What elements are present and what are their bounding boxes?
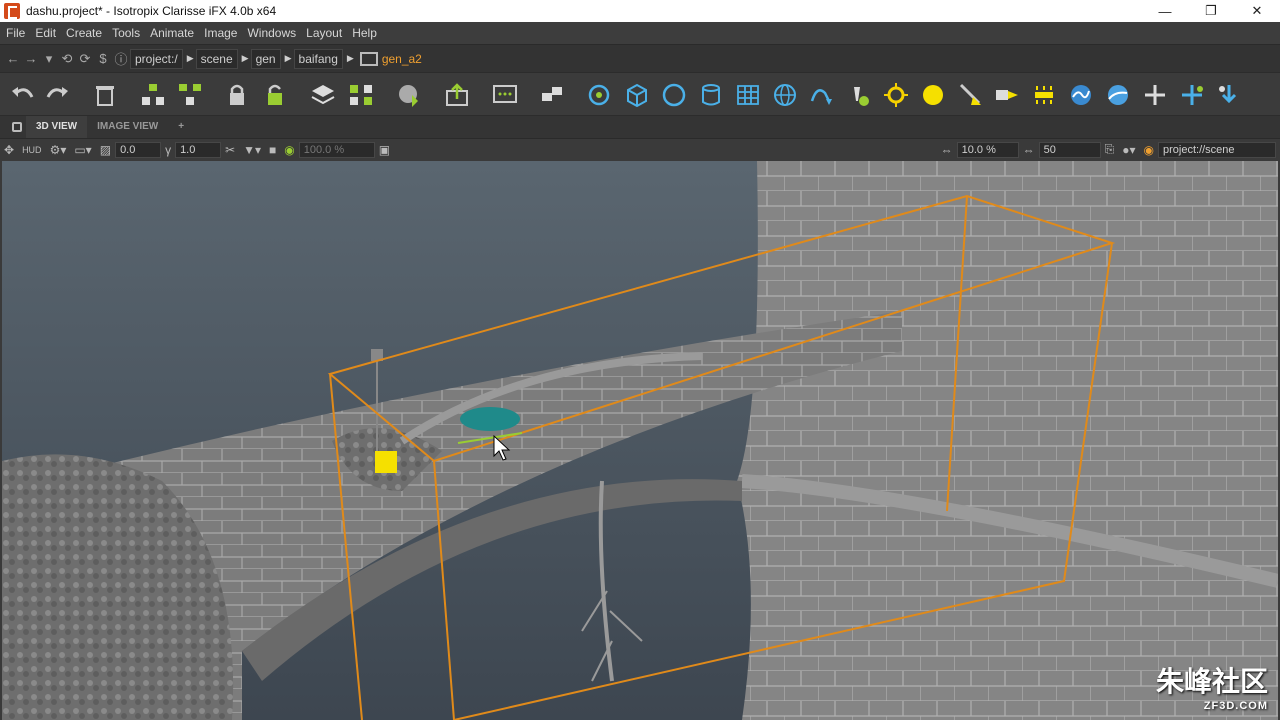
tab-image-view[interactable]: IMAGE VIEW	[87, 116, 168, 138]
watermark-sub: ZF3D.COM	[1203, 700, 1268, 712]
3d-viewport[interactable]: 朱峰社区 ZF3D.COM	[2, 161, 1278, 720]
scene-render	[2, 161, 1278, 720]
scatterer-icon[interactable]	[585, 81, 615, 109]
menu-bar: File Edit Create Tools Animate Image Win…	[0, 22, 1280, 44]
current-context[interactable]: gen_a2	[382, 52, 422, 66]
maximize-button[interactable]: ❐	[1188, 0, 1234, 22]
box-primitive-icon[interactable]	[622, 81, 652, 109]
globe-icon[interactable]	[770, 81, 800, 109]
unlock-icon[interactable]	[260, 81, 290, 109]
zoom-field[interactable]: 10.0 %	[956, 141, 1019, 158]
watermark: 朱峰社区 ZF3D.COM	[1156, 660, 1268, 712]
undo-icon[interactable]	[8, 81, 38, 109]
camera-icon[interactable]: ■	[269, 143, 276, 157]
context-folder-icon	[359, 51, 378, 66]
path-segment-baifang[interactable]: baifang	[293, 48, 343, 69]
menu-create[interactable]: Create	[66, 26, 102, 40]
refresh-icon[interactable]: ⟲	[58, 51, 76, 67]
menu-animate[interactable]: Animate	[150, 26, 194, 40]
spot-light-icon[interactable]	[955, 81, 985, 109]
layers-icon[interactable]	[308, 81, 338, 109]
path-segment-scene[interactable]: scene	[195, 48, 238, 69]
samples-icon: ⇔	[1022, 142, 1035, 157]
area-light-icon[interactable]	[992, 81, 1022, 109]
locator-icon[interactable]	[1140, 81, 1170, 109]
progress-field[interactable]: 100.0 %	[298, 141, 375, 158]
eye-icon[interactable]: ◉	[1144, 143, 1154, 157]
combiner-icon[interactable]	[538, 81, 568, 109]
back-arrow-icon[interactable]: ←	[4, 51, 22, 66]
render-toggle-icon[interactable]: ◉	[284, 143, 294, 157]
path-bar: ← → ▾ ⟲ ⟳ $ ⓘ project:/ ▶ scene ▶ gen ▶ …	[0, 44, 1280, 72]
sphere-primitive-icon[interactable]	[659, 81, 689, 109]
menu-help[interactable]: Help	[352, 26, 377, 40]
cylinder-primitive-icon[interactable]	[696, 81, 726, 109]
isolate-icon[interactable]	[346, 81, 376, 109]
sky-environment-icon[interactable]	[1066, 81, 1096, 109]
hud-toggle[interactable]: HUD	[22, 145, 42, 155]
trash-icon[interactable]	[90, 81, 120, 109]
menu-image[interactable]: Image	[204, 26, 237, 40]
minimize-button[interactable]: —	[1142, 0, 1188, 22]
export-icon[interactable]	[442, 81, 472, 109]
exposure-field[interactable]: 0.0	[115, 141, 162, 158]
menu-edit[interactable]: Edit	[35, 26, 56, 40]
window-title: dashu.project* - Isotropix Clarisse iFX …	[26, 4, 277, 18]
menu-layout[interactable]: Layout	[306, 26, 342, 40]
dollar-icon[interactable]: $	[94, 51, 112, 66]
gamma-field[interactable]: 1.0	[175, 141, 222, 158]
menu-file[interactable]: File	[6, 26, 25, 40]
zoom-icon: ⇔	[940, 142, 953, 157]
move-icon[interactable]: ✥	[4, 143, 14, 157]
point-light-icon[interactable]	[918, 81, 948, 109]
path-segment-gen[interactable]: gen	[250, 48, 281, 69]
path-separator-icon: ▶	[284, 53, 292, 63]
app-icon	[4, 3, 20, 19]
drop-to-ground-icon[interactable]	[1214, 81, 1244, 109]
tools-icon[interactable]: ✂	[225, 143, 235, 157]
snapshot-icon[interactable]: ▣	[379, 143, 390, 157]
lock-icon[interactable]	[222, 81, 252, 109]
import-geometry-icon[interactable]	[394, 81, 424, 109]
shading-icon[interactable]: ●▾	[1122, 143, 1135, 157]
console-icon[interactable]	[490, 81, 520, 109]
add-light-icon[interactable]	[844, 81, 874, 109]
sync-icon[interactable]: ⟳	[76, 51, 94, 67]
view-tab-bar: 3D VIEW IMAGE VIEW +	[0, 116, 1280, 138]
ungroup-icon[interactable]	[175, 81, 205, 109]
tab-3d-view[interactable]: 3D VIEW	[26, 116, 88, 138]
group-icon[interactable]	[138, 81, 168, 109]
physical-sky-icon[interactable]	[1103, 81, 1133, 109]
menu-windows[interactable]: Windows	[247, 26, 296, 40]
path-separator-icon: ▶	[186, 53, 194, 63]
image-icon[interactable]: ▨	[100, 143, 111, 157]
redo-icon[interactable]	[42, 81, 72, 109]
viewport-toolbar: ✥ HUD ⚙▾ ▭▾ ▨ 0.0 γ 1.0 ✂ ▼▾ ■ ◉ 100.0 %…	[0, 138, 1280, 160]
filter-icon[interactable]: ▼▾	[243, 143, 261, 157]
add-tab-button[interactable]: +	[168, 116, 194, 138]
watermark-main: 朱峰社区	[1155, 666, 1268, 697]
title-bar: dashu.project* - Isotropix Clarisse iFX …	[0, 0, 1280, 22]
copy-icon[interactable]: ⎘	[1105, 142, 1115, 157]
menu-tools[interactable]: Tools	[112, 26, 140, 40]
info-icon[interactable]: ⓘ	[112, 49, 130, 68]
main-toolbar	[0, 72, 1280, 116]
monitor-icon[interactable]: ▭▾	[74, 143, 91, 157]
context-selector[interactable]: project://scene	[1158, 141, 1276, 158]
path-segment-project[interactable]: project:/	[130, 48, 183, 69]
light-bar-icon[interactable]	[1029, 81, 1059, 109]
add-locator-icon[interactable]	[1177, 81, 1207, 109]
grid-primitive-icon[interactable]	[733, 81, 763, 109]
path-separator-icon: ▶	[241, 53, 249, 63]
close-button[interactable]: ✕	[1234, 0, 1280, 22]
samples-field[interactable]: 50	[1038, 141, 1101, 158]
display-mode-icon[interactable]: ⚙▾	[50, 143, 67, 157]
view-lock-icon[interactable]	[12, 122, 22, 132]
gamma-icon[interactable]: γ	[165, 143, 171, 157]
path-separator-icon: ▶	[346, 53, 354, 63]
curve-icon[interactable]	[807, 81, 837, 109]
history-dropdown-icon[interactable]: ▾	[40, 51, 58, 67]
sun-light-icon[interactable]	[881, 81, 911, 109]
forward-arrow-icon[interactable]: →	[22, 51, 40, 66]
